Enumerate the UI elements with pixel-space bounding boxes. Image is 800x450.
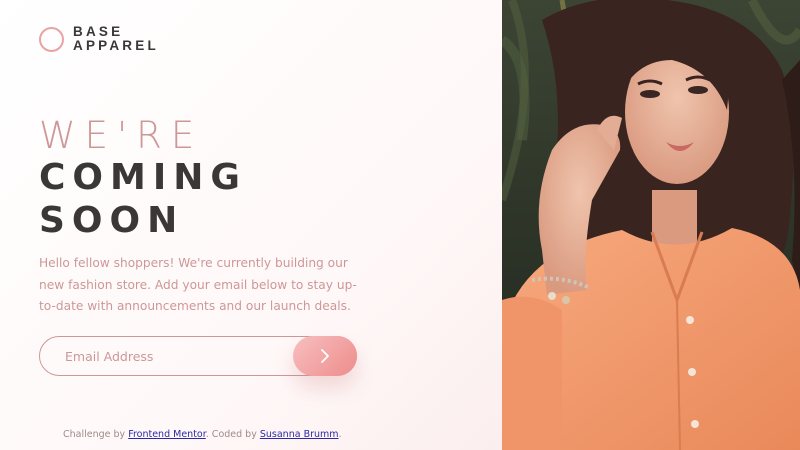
description-text: Hello fellow shoppers! We're currently b… [39,256,357,313]
email-form [39,336,357,376]
submit-button[interactable] [293,336,357,376]
chevron-right-icon [321,349,329,363]
frontend-mentor-link[interactable]: Frontend Mentor [128,429,206,440]
attribution-prefix: Challenge by [63,429,129,440]
hero-photo [502,0,800,450]
email-field[interactable] [40,337,300,375]
logo-text: BASE APPAREL [73,25,159,53]
author-link[interactable]: Susanna Brumm [260,429,339,440]
title-light: WE'RE [39,114,204,157]
attribution: Challenge by Frontend Mentor. Coded by S… [63,429,342,440]
content-panel: BASE APPAREL WE'RE COMING SOON Hello fel… [0,0,502,450]
logo-line-2: APPAREL [73,38,159,53]
brand-logo[interactable]: BASE APPAREL [39,25,159,53]
title-bold-line-2: SOON [39,200,185,241]
title-bold-line-1: COMING [39,157,247,198]
attribution-suffix: . [338,429,342,440]
hero-image [502,0,800,450]
logo-line-1: BASE [73,24,124,39]
attribution-middle: . Coded by [205,429,260,440]
page-title: WE'RE COMING SOON [39,116,247,242]
logo-ring-icon [39,26,64,52]
